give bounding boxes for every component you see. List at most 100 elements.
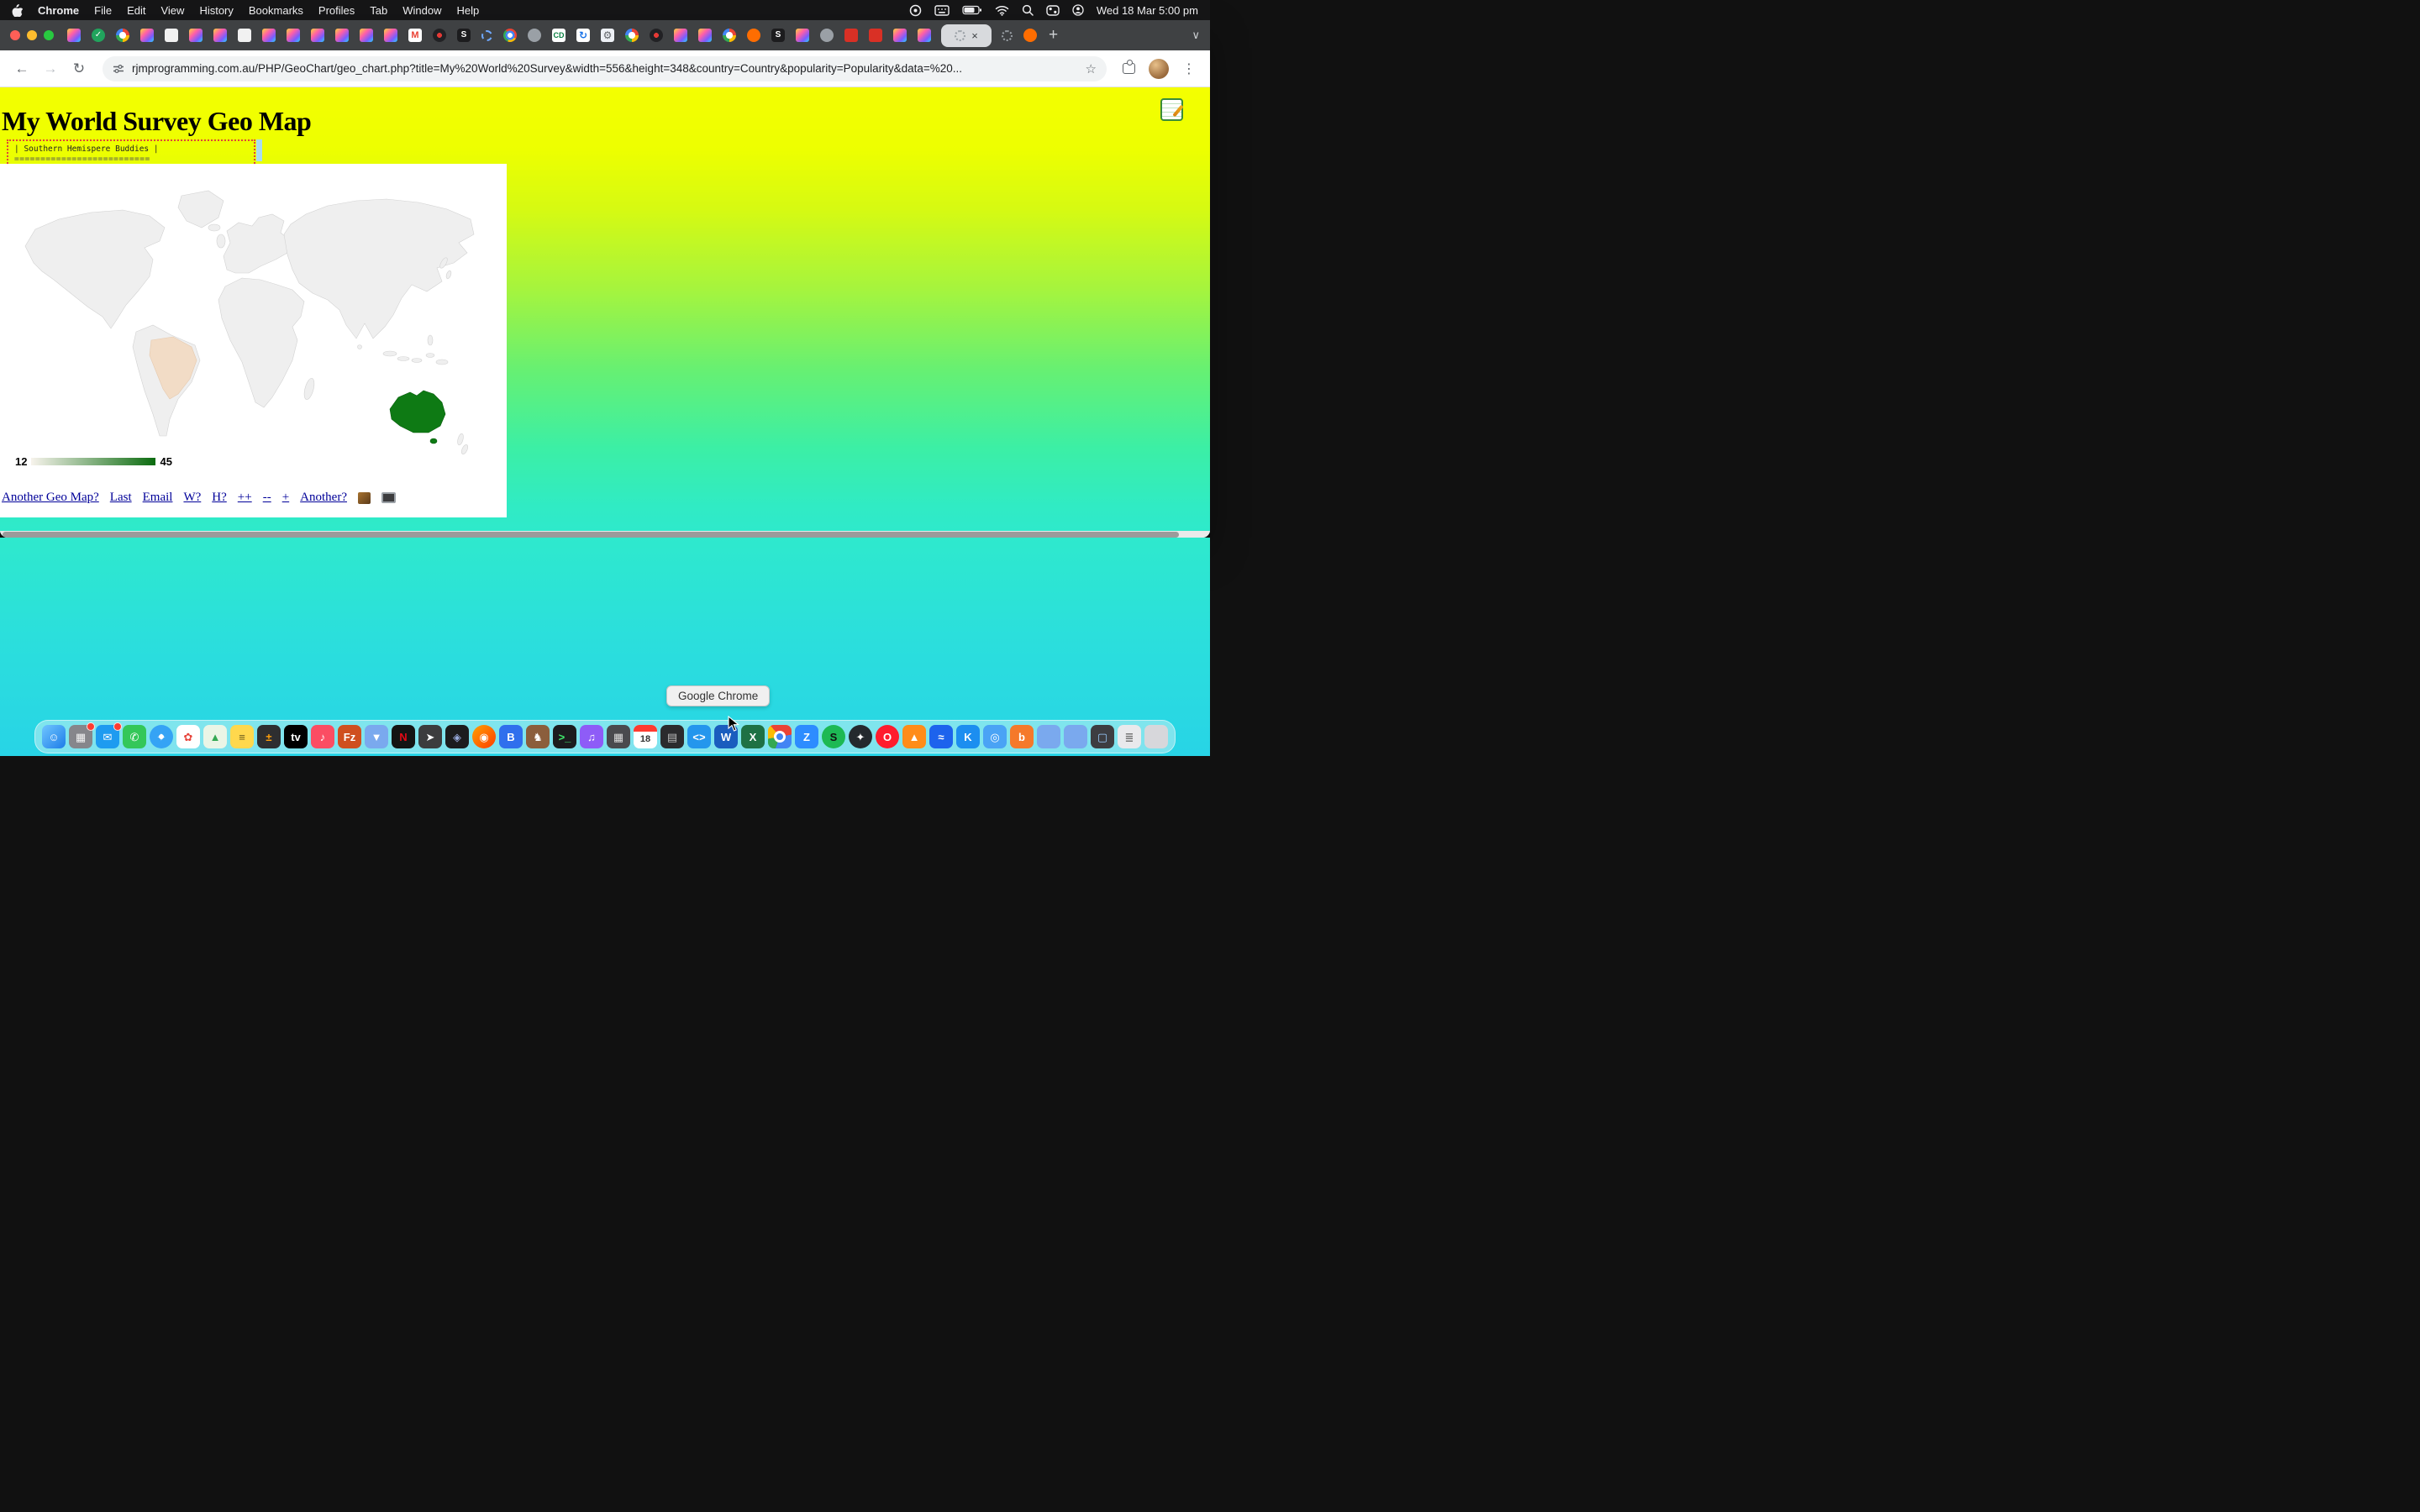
menubar-clock[interactable]: Wed 18 Mar 5:00 pm [1097,4,1198,17]
close-window-button[interactable] [10,30,20,40]
dock-display[interactable]: ▢ [1091,725,1114,748]
dock-music[interactable]: ♪ [311,725,334,748]
tab-right-2-orange-icon[interactable] [1023,29,1037,42]
world-geochart[interactable]: 12 45 [10,182,477,475]
minimize-window-button[interactable] [27,30,37,40]
pinned-tab-27-cursor-icon[interactable] [698,29,712,42]
dock-shield[interactable]: ◈ [445,725,469,748]
link-[interactable]: ++ [238,491,252,505]
map-tasmania[interactable] [430,438,437,444]
keyboard-icon[interactable] [934,5,950,16]
active-tab-favicon-dash-icon[interactable] [955,30,965,41]
site-controls-icon[interactable] [113,64,124,74]
pinned-tab-26-cursor-icon[interactable] [674,29,687,42]
menu-help[interactable]: Help [457,4,480,17]
pinned-tab-32-gray-icon[interactable] [820,29,834,42]
pinned-tab-21-cd-icon[interactable]: CD [552,29,566,42]
pinned-tab-23-gear-icon[interactable]: ⚙ [601,29,614,42]
pinned-tab-3-google-icon[interactable] [116,29,129,42]
dock-folder-docs[interactable] [1064,725,1087,748]
world-map-svg[interactable] [10,182,477,475]
pinned-tab-15-gmail-icon[interactable]: M [408,29,422,42]
dock-launchpad[interactable]: ▦ [69,725,92,748]
notes-icon[interactable] [1160,98,1183,121]
book-icon[interactable] [358,492,371,504]
menu-chrome[interactable]: Chrome [38,4,79,17]
dock-podcasts[interactable]: ♫ [580,725,603,748]
link-email[interactable]: Email [143,491,173,505]
dock-calculator[interactable]: ± [257,725,281,748]
link-[interactable]: + [282,491,289,505]
profile-avatar[interactable] [1149,59,1169,79]
menu-edit[interactable]: Edit [127,4,145,17]
browser-menu-icon[interactable]: ⋮ [1178,60,1200,77]
dock-facetime[interactable]: ✆ [123,725,146,748]
link-anothergeomap[interactable]: Another Geo Map? [2,491,99,505]
link-w[interactable]: W? [183,491,201,505]
dock-files[interactable]: ≣ [1118,725,1141,748]
horizontal-scrollbar[interactable] [0,531,1210,538]
battery-icon[interactable] [962,5,982,15]
pinned-tab-30-s-icon[interactable]: S [771,29,785,42]
pinned-tab-10-cursor-icon[interactable] [287,29,300,42]
user-switcher-icon[interactable] [1072,4,1084,16]
pinned-tab-36-cursor-icon[interactable] [918,29,931,42]
link-h[interactable]: H? [212,491,227,505]
link-[interactable]: -- [263,491,271,505]
pinned-tab-6-cursor-icon[interactable] [189,29,203,42]
pinned-tab-1-cursor-icon[interactable] [67,29,81,42]
dock-mail[interactable]: ✉ [96,725,119,748]
menu-profiles[interactable]: Profiles [318,4,355,17]
url-text[interactable]: rjmprogramming.com.au/PHP/GeoChart/geo_c… [132,62,1078,75]
dock-netflix[interactable]: N [392,725,415,748]
pinned-tab-28-google-icon[interactable] [723,29,736,42]
dock-zoom[interactable]: Z [795,725,818,748]
pinned-tab-33-red-icon[interactable] [844,29,858,42]
pinned-tab-35-cursor-icon[interactable] [893,29,907,42]
bookmark-star-icon[interactable]: ☆ [1086,61,1097,76]
dock-safari[interactable]: ✧ [150,725,173,748]
pinned-tab-16-darkred-icon[interactable] [433,29,446,42]
dock-keynote[interactable]: K [956,725,980,748]
dock-spotify[interactable]: S [822,725,845,748]
zoom-window-button[interactable] [44,30,54,40]
pinned-tab-25-darkred-icon[interactable] [650,29,663,42]
dock-firefox[interactable]: ◉ [472,725,496,748]
pinned-tab-7-cursor-icon[interactable] [213,29,227,42]
active-tab[interactable]: × [941,24,992,47]
pinned-tab-5-white-icon[interactable] [165,29,178,42]
tab-right-1-dash-icon[interactable] [1002,30,1013,41]
menu-tab[interactable]: Tab [370,4,387,17]
dock-cursor-app[interactable]: ➤ [418,725,442,748]
dock-notes[interactable]: ≡ [230,725,254,748]
pinned-tab-18-dots-icon[interactable] [481,30,492,41]
spotlight-search-icon[interactable] [1022,4,1034,16]
dock-chess[interactable]: ♞ [526,725,550,748]
menu-window[interactable]: Window [402,4,441,17]
screen-icon[interactable] [381,492,396,503]
pinned-tab-34-red-icon[interactable] [869,29,882,42]
dock-appletv[interactable]: tv [284,725,308,748]
dock-grid[interactable]: ▦ [607,725,630,748]
dock-excel[interactable]: X [741,725,765,748]
dock-github[interactable]: ✦ [849,725,872,748]
tab-search-chevron-icon[interactable]: ∨ [1192,29,1200,42]
link-last[interactable]: Last [110,491,132,505]
pinned-tab-22-history-icon[interactable]: ↻ [576,29,590,42]
menu-view[interactable]: View [160,4,184,17]
dock-preview[interactable]: ◎ [983,725,1007,748]
dock-trash[interactable] [1144,725,1168,748]
control-center-icon[interactable] [1046,5,1060,16]
dock-docker[interactable]: ≈ [929,725,953,748]
scrollbar-thumb[interactable] [3,532,1179,538]
tab-close-icon[interactable]: × [971,29,978,42]
dock-chrome[interactable] [768,725,792,748]
dock-filezilla[interactable]: Fz [338,725,361,748]
forward-button[interactable]: → [39,57,62,81]
pinned-tab-11-cursor-icon[interactable] [311,29,324,42]
dock-books[interactable]: B [499,725,523,748]
dock-terminal-2[interactable]: ▤ [660,725,684,748]
pinned-tab-4-cursor-icon[interactable] [140,29,154,42]
dock-downloads[interactable]: ▼ [365,725,388,748]
back-button[interactable]: ← [10,57,34,81]
